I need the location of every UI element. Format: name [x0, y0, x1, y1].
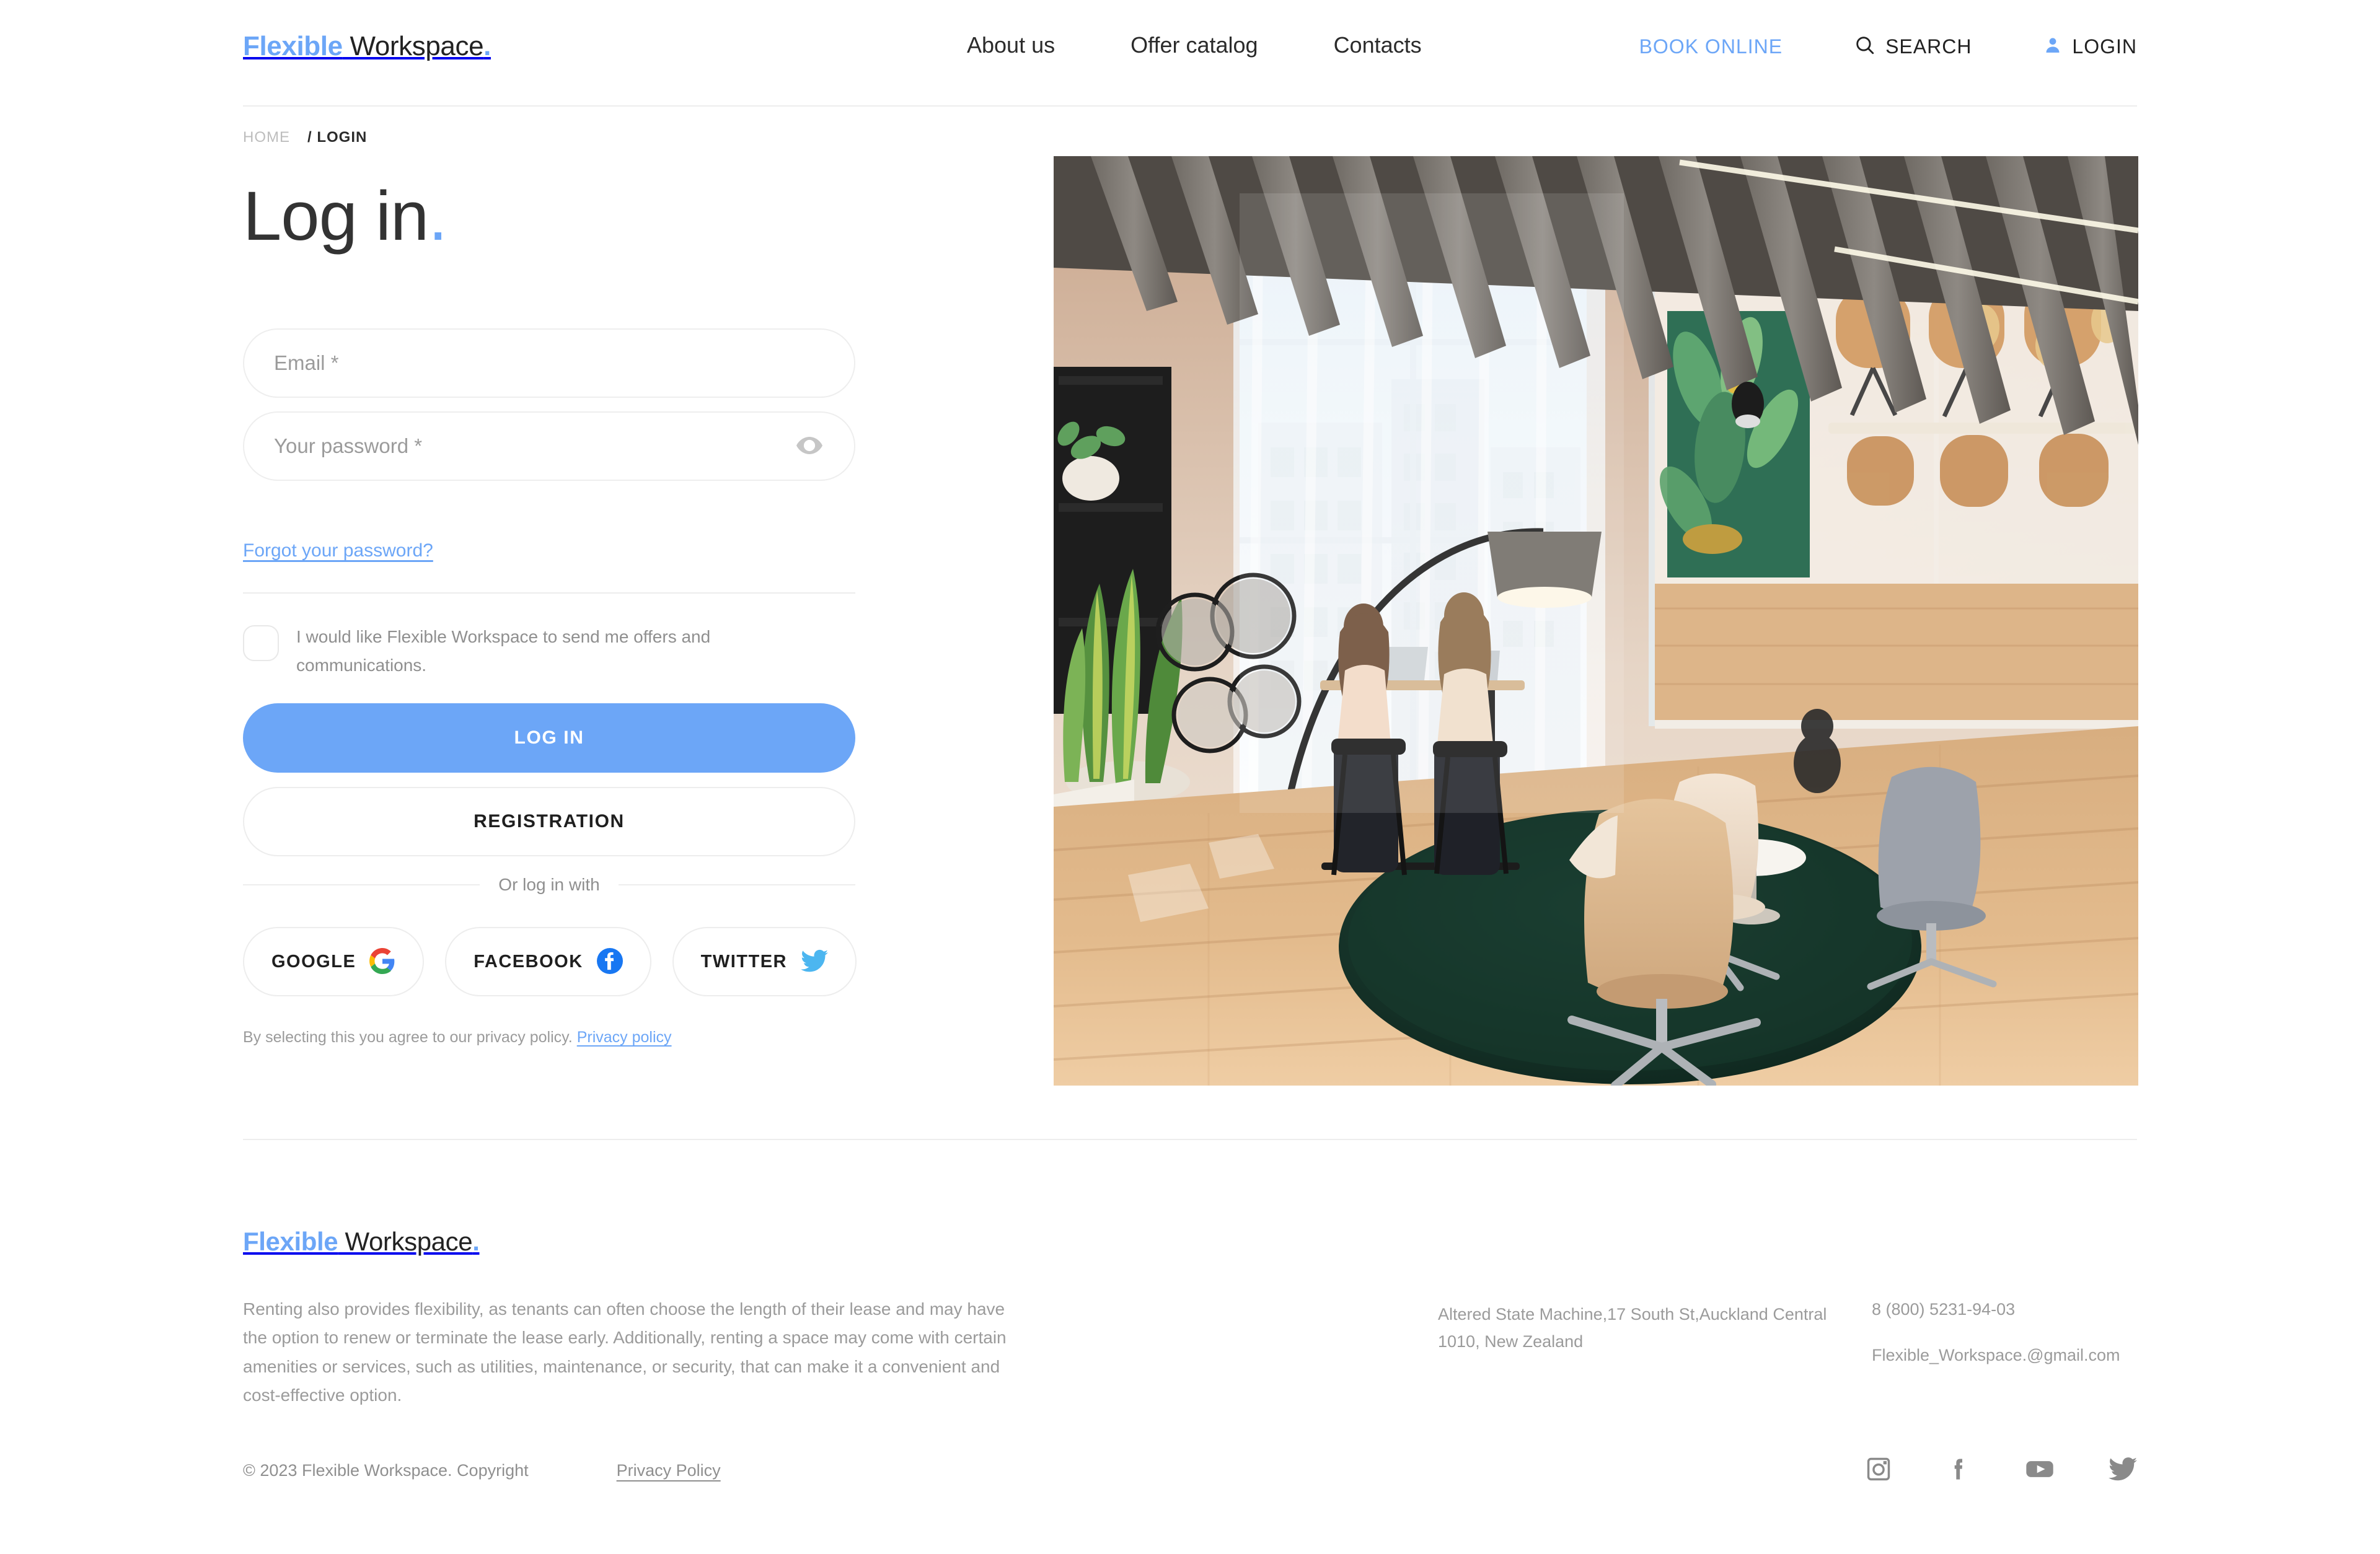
- consent-row[interactable]: I would like Flexible Workspace to send …: [243, 623, 757, 680]
- page-title: Log in.: [243, 180, 447, 253]
- email-input[interactable]: [244, 330, 854, 397]
- footer-address: Altered State Machine,17 South St,Auckla…: [1438, 1305, 1827, 1351]
- main-navigation: About us Offer catalog Contacts: [967, 32, 1422, 58]
- footer-social-links: [1866, 1456, 2137, 1485]
- login-page: Flexible Workspace. About us Offer catal…: [0, 0, 2380, 1554]
- book-online-link[interactable]: BOOK ONLINE: [1639, 35, 1783, 58]
- footer-copyright: © 2023 Flexible Workspace. Copyright: [243, 1461, 529, 1480]
- twitter-login-label: TWITTER: [700, 951, 787, 972]
- privacy-note-text: By selecting this you agree to our priva…: [243, 1029, 573, 1046]
- instagram-icon: [1866, 1456, 1892, 1485]
- footer-divider: [243, 1139, 2137, 1140]
- footer-logo-brand-second: Workspace: [338, 1227, 473, 1256]
- facebook-login-button[interactable]: FACEBOOK: [445, 927, 651, 996]
- user-icon: [2043, 35, 2062, 59]
- youtube-icon: [2025, 1458, 2054, 1483]
- social-facebook[interactable]: [1946, 1456, 1971, 1485]
- search-icon: [1854, 35, 1875, 59]
- form-divider: [243, 592, 855, 594]
- privacy-policy-inline-link[interactable]: Privacy policy: [577, 1029, 672, 1046]
- logo-brand-second: Workspace: [342, 31, 484, 61]
- google-login-button[interactable]: GOOGLE: [243, 927, 425, 996]
- consent-label: I would like Flexible Workspace to send …: [296, 627, 711, 675]
- header-divider: [243, 105, 2137, 107]
- twitter-icon: [2109, 1457, 2137, 1485]
- footer-description: Renting also provides flexibility, as te…: [243, 1299, 1007, 1405]
- hero-illustration: [1054, 156, 2138, 1086]
- eye-icon: [796, 436, 822, 457]
- social-twitter[interactable]: [2109, 1457, 2137, 1485]
- forgot-password-link[interactable]: Forgot your password?: [243, 540, 433, 561]
- footer-logo[interactable]: Flexible Workspace.: [243, 1227, 480, 1257]
- toggle-password-visibility-button[interactable]: [795, 431, 824, 461]
- logo-brand-dot: .: [483, 31, 491, 61]
- consent-checkbox[interactable]: [243, 625, 279, 661]
- facebook-icon: [1946, 1456, 1971, 1485]
- or-divider: Or log in with: [243, 875, 855, 895]
- google-login-label: GOOGLE: [271, 951, 356, 972]
- facebook-login-label: FACEBOOK: [474, 951, 583, 972]
- twitter-login-button[interactable]: TWITTER: [672, 927, 857, 996]
- twitter-icon: [801, 949, 828, 975]
- social-login-buttons: GOOGLE FACEBOOK TWITTER: [243, 927, 857, 996]
- login-label: LOGIN: [2072, 35, 2137, 58]
- facebook-icon: [596, 947, 623, 976]
- footer-bottom-bar: © 2023 Flexible Workspace. Copyright Pri…: [243, 1456, 2137, 1485]
- google-icon: [369, 947, 395, 976]
- logo-brand-first: Flexible: [243, 31, 343, 61]
- email-field-wrapper[interactable]: [243, 328, 855, 398]
- footer-phone[interactable]: 8 (800) 5231-94-03: [1872, 1296, 2194, 1324]
- privacy-note: By selecting this you agree to our priva…: [243, 1029, 672, 1047]
- search-button[interactable]: SEARCH: [1854, 35, 1972, 59]
- footer-contacts: 8 (800) 5231-94-03 Flexible_Workspace.@g…: [1872, 1296, 2194, 1369]
- login-form: [243, 328, 855, 481]
- footer-logo-brand-dot: .: [472, 1227, 480, 1256]
- password-field-wrapper[interactable]: [243, 411, 855, 481]
- social-instagram[interactable]: [1866, 1456, 1892, 1485]
- social-youtube[interactable]: [2025, 1458, 2054, 1483]
- nav-about-us[interactable]: About us: [967, 32, 1055, 58]
- or-divider-line-right: [618, 884, 855, 885]
- page-title-text: Log in: [243, 177, 429, 255]
- breadcrumb: HOME / LOGIN: [243, 129, 367, 146]
- or-divider-line-left: [243, 884, 480, 885]
- site-header: Flexible Workspace. About us Offer catal…: [0, 0, 2380, 107]
- password-input[interactable]: [244, 413, 854, 480]
- site-logo[interactable]: Flexible Workspace.: [243, 31, 491, 62]
- nav-offer-catalog[interactable]: Offer catalog: [1130, 32, 1258, 58]
- breadcrumb-current: / LOGIN: [307, 129, 368, 146]
- page-title-dot: .: [428, 177, 447, 255]
- footer-email[interactable]: Flexible_Workspace.@gmail.com: [1872, 1342, 2194, 1369]
- log-in-button[interactable]: LOG IN: [243, 703, 855, 773]
- header-actions: BOOK ONLINE SEARCH LOGIN: [1639, 35, 2137, 59]
- login-link[interactable]: LOGIN: [2043, 35, 2137, 59]
- footer-logo-brand-first: Flexible: [243, 1227, 338, 1256]
- nav-contacts[interactable]: Contacts: [1334, 32, 1422, 58]
- registration-button[interactable]: REGISTRATION: [243, 787, 855, 856]
- breadcrumb-home[interactable]: HOME: [243, 129, 290, 146]
- footer-privacy-policy-link[interactable]: Privacy Policy: [617, 1461, 721, 1480]
- hero-image: [1054, 156, 2138, 1086]
- or-divider-label: Or log in with: [498, 875, 600, 894]
- search-label: SEARCH: [1885, 35, 1972, 58]
